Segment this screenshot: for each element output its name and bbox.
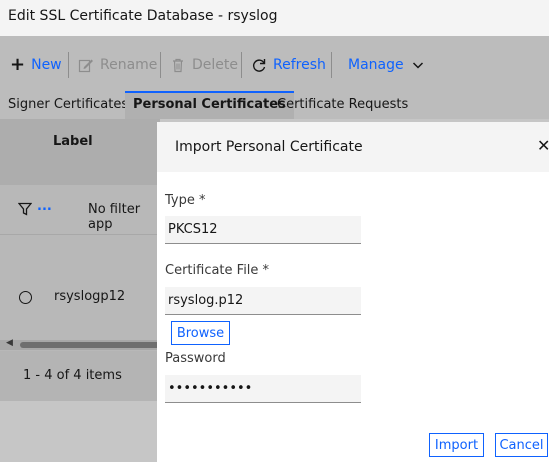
certificate-file-label: Certificate File *	[165, 263, 270, 278]
import-button[interactable]: Import	[429, 433, 484, 457]
tab-signer-certificates[interactable]: Signer Certificates	[0, 91, 136, 119]
manage-menu-button[interactable]: Manage	[348, 51, 426, 79]
horizontal-scrollbar[interactable]: ◀	[0, 338, 160, 350]
dialog-title: Import Personal Certificate	[175, 139, 363, 155]
tab-certificate-requests[interactable]: Certificate Requests	[269, 91, 416, 119]
toolbar-divider	[160, 52, 161, 78]
column-header-label[interactable]: Label	[53, 134, 93, 149]
filter-icon[interactable]	[18, 202, 32, 216]
type-label: Type *	[165, 193, 206, 208]
table-header: Label	[0, 119, 160, 185]
tab-bar: Signer Certificates Personal Certificate…	[0, 91, 549, 119]
refresh-button-label: Refresh	[273, 57, 326, 73]
rename-button-label: Rename	[100, 57, 158, 73]
rename-button[interactable]: Rename	[78, 51, 157, 79]
certificate-file-field[interactable]	[165, 287, 361, 315]
type-field[interactable]	[165, 216, 361, 244]
trash-icon	[173, 58, 183, 73]
filter-row: ... No filter app	[0, 185, 160, 235]
row-select-radio[interactable]	[19, 291, 32, 304]
row-label: rsyslogp12	[54, 289, 126, 304]
manage-button-label: Manage	[348, 57, 404, 73]
close-icon[interactable]: ✕	[537, 136, 549, 155]
delete-button-label: Delete	[192, 57, 238, 73]
window-title: Edit SSL Certificate Database - rsyslog	[8, 8, 278, 24]
refresh-button[interactable]: Refresh	[251, 51, 326, 79]
toolbar-divider	[331, 52, 332, 78]
new-button-label: New	[31, 57, 62, 73]
import-certificate-dialog: Import Personal Certificate ✕ Type * Cer…	[157, 122, 549, 462]
browse-button[interactable]: Browse	[171, 321, 230, 345]
tab-label: Personal Certificates	[133, 97, 286, 112]
scrollbar-thumb[interactable]	[20, 342, 160, 348]
new-button[interactable]: + New	[10, 51, 62, 79]
filter-status-text: No filter app	[88, 202, 141, 232]
toolbar-divider	[68, 52, 69, 78]
edit-icon	[78, 59, 93, 73]
toolbar: + New Rename Delete Refresh Manage	[0, 36, 549, 91]
plus-icon: +	[10, 54, 26, 75]
dialog-header: Import Personal Certificate ✕	[157, 122, 549, 172]
cancel-button[interactable]: Cancel	[495, 433, 548, 457]
pagination-text: 1 - 4 of 4 items	[23, 368, 122, 383]
scroll-left-icon[interactable]: ◀	[6, 338, 13, 348]
tab-label: Signer Certificates	[8, 97, 129, 112]
toolbar-divider	[241, 52, 242, 78]
chevron-down-icon	[412, 62, 423, 69]
more-options-icon[interactable]: ...	[37, 199, 52, 214]
tab-label: Certificate Requests	[277, 97, 409, 112]
pagination-bar: 1 - 4 of 4 items	[0, 351, 160, 401]
certificate-table: Label ... No filter app rsyslogp12 ◀ 1 -…	[0, 119, 160, 401]
window-title-bar: Edit SSL Certificate Database - rsyslog	[0, 0, 549, 36]
password-field[interactable]	[165, 375, 361, 403]
delete-button[interactable]: Delete	[170, 51, 238, 79]
table-row[interactable]: rsyslogp12	[0, 235, 160, 342]
password-label: Password	[165, 351, 226, 366]
refresh-icon	[253, 59, 266, 72]
